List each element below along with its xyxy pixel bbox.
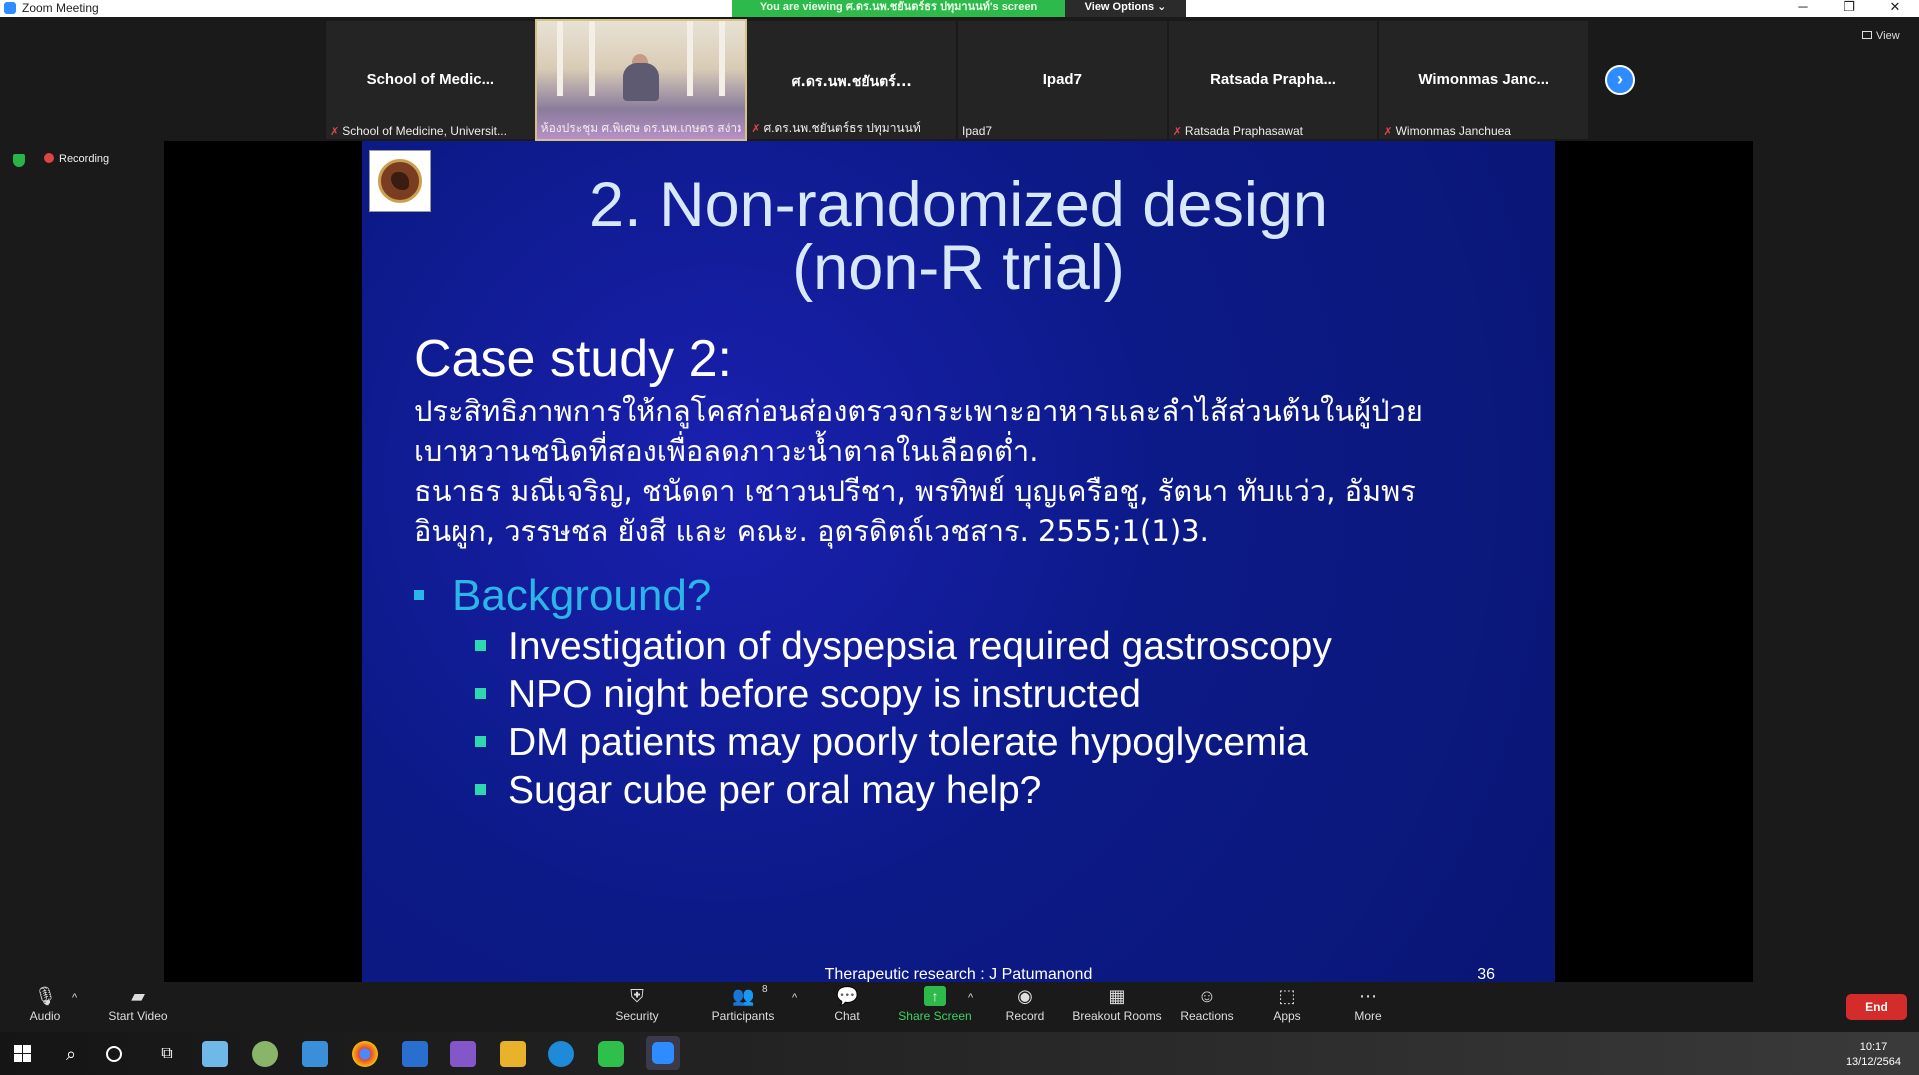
participant-label: ✗ Ratsada Praphasawat (1172, 124, 1303, 138)
participant-label: Ipad7 (962, 124, 993, 138)
visual-studio-icon[interactable] (450, 1041, 476, 1067)
share-arrow-icon: ↑ (924, 986, 946, 1006)
mic-muted-icon: ✗ (330, 126, 340, 138)
smiley-icon: ☺ (1197, 986, 1217, 1006)
meeting-stage: School of Medic... ✗ School of Medicine, … (0, 17, 1919, 983)
task-view-icon[interactable]: ⧉ (154, 1041, 180, 1067)
participant-tile-video[interactable]: ห้องประชุม ศ.พิเศษ ดร.นพ.เกษตร สง่ามงคล.… (534, 19, 748, 141)
recording-indicator[interactable]: Recording (44, 153, 109, 165)
recording-dot-icon (44, 153, 54, 163)
store-icon[interactable] (302, 1041, 328, 1067)
list-item: Investigation of dyspepsia required gast… (475, 623, 1332, 671)
video-off-icon: ▰ (131, 986, 145, 1006)
microphone-icon: 🎙 (34, 986, 57, 1006)
system-clock[interactable]: 10:17 13/12/2564 (1846, 1040, 1901, 1070)
minimize-icon[interactable]: ─ (1780, 0, 1826, 14)
bullet-background: Background? (414, 571, 711, 621)
thai-citation: ประสิทธิภาพการให้กลูโคสก่อนส่องตรวจกระเพ… (414, 394, 1423, 548)
app-taskbar-icon[interactable] (252, 1041, 278, 1067)
list-item: DM patients may poorly tolerate hypoglyc… (475, 719, 1332, 767)
share-caret-icon[interactable]: ^ (968, 992, 973, 1004)
participants-count: 8 (762, 984, 768, 995)
security-button[interactable]: ⛨ Security (610, 982, 664, 1023)
meeting-toolbar: 🎙 Audio ^ ▰ Start Video ⛨ Security 👥 Partici… (0, 982, 1919, 1032)
participant-label: ห้องประชุม ศ.พิเศษ ดร.นพ.เกษตร สง่ามงคล.… (540, 121, 741, 135)
audio-options-caret-icon[interactable]: ^ (72, 992, 77, 1004)
chat-icon: 💬 (836, 986, 859, 1006)
chat-button[interactable]: 💬 Chat (822, 982, 872, 1023)
participant-name: ศ.ดร.นพ.ชยันตร์... (791, 74, 912, 90)
edge-icon[interactable] (548, 1041, 574, 1067)
ellipsis-icon: ⋯ (1359, 986, 1377, 1006)
cortana-icon[interactable] (106, 1046, 122, 1062)
participants-caret-icon[interactable]: ^ (792, 992, 797, 1004)
participant-tile[interactable]: ศ.ดร.นพ.ชยันตร์... ✗ ศ.ดร.นพ.ชยันตร์ธร ปท… (747, 21, 957, 139)
mic-muted-icon: ✗ (1383, 126, 1393, 138)
chrome-icon[interactable] (352, 1041, 378, 1067)
participant-name: Wimonmas Janc... (1418, 71, 1550, 88)
view-button[interactable]: View (1862, 30, 1900, 42)
participants-icon: 👥 (732, 986, 755, 1006)
grid-view-icon (1862, 31, 1872, 39)
participant-label: ✗ Wimonmas Janchuea (1383, 124, 1511, 138)
windows-taskbar: ⌕ ⧉ 10:17 13/12/2564 (0, 1032, 1919, 1075)
encryption-shield-icon[interactable] (13, 154, 25, 167)
start-video-button[interactable]: ▰ Start Video (100, 982, 176, 1023)
mail-icon[interactable] (402, 1041, 428, 1067)
apps-button[interactable]: ⬚ Apps (1262, 982, 1312, 1023)
window-titlebar: Zoom Meeting You are viewing ศ.ดร.นพ.ชยั… (0, 0, 1919, 17)
case-study-title: Case study 2: (414, 330, 732, 388)
presentation-slide: 2. Non-randomized design (non-R trial) C… (362, 141, 1555, 983)
app-taskbar-icon[interactable] (202, 1041, 228, 1067)
participant-name: School of Medic... (366, 71, 495, 88)
zoom-app-icon (4, 2, 16, 14)
reactions-button[interactable]: ☺ Reactions (1176, 982, 1238, 1023)
audio-button[interactable]: 🎙 Audio (22, 982, 68, 1023)
shared-screen: 2. Non-randomized design (non-R trial) C… (164, 141, 1753, 983)
breakout-rooms-button[interactable]: ▦ Breakout Rooms (1068, 982, 1166, 1023)
list-item: Sugar cube per oral may help? (475, 767, 1332, 815)
record-icon: ◉ (1017, 986, 1033, 1006)
participants-button[interactable]: 👥 Participants (706, 982, 780, 1023)
participant-tile[interactable]: Ipad7 Ipad7 (958, 21, 1167, 139)
restore-icon[interactable]: ❐ (1826, 0, 1872, 15)
mic-muted-icon: ✗ (1172, 126, 1182, 138)
strip-next-page-button[interactable]: › (1605, 65, 1635, 95)
list-item: NPO night before scopy is instructed (475, 671, 1332, 719)
line-icon[interactable] (598, 1041, 624, 1067)
record-button[interactable]: ◉ Record (998, 982, 1052, 1023)
share-screen-button[interactable]: ↑ Share Screen (896, 982, 974, 1023)
participant-strip: School of Medic... ✗ School of Medicine, … (326, 19, 1590, 141)
more-button[interactable]: ⋯ More (1344, 982, 1392, 1023)
participant-tile[interactable]: Ratsada Prapha... ✗ Ratsada Praphasawat (1168, 21, 1378, 139)
zoom-taskbar-icon[interactable] (646, 1036, 680, 1070)
window-title: Zoom Meeting (22, 1, 99, 15)
participant-video-person (622, 63, 659, 101)
shield-icon: ⛨ (630, 986, 644, 1006)
file-explorer-icon[interactable] (500, 1041, 526, 1067)
windows-start-icon[interactable] (14, 1045, 31, 1062)
close-icon[interactable]: ✕ (1872, 0, 1918, 15)
end-meeting-button[interactable]: End (1846, 994, 1907, 1020)
participant-name: Ipad7 (1042, 71, 1082, 88)
sub-bullet-list: Investigation of dyspepsia required gast… (475, 623, 1332, 815)
slide-title: 2. Non-randomized design (non-R trial) (589, 170, 1328, 303)
breakout-grid-icon: ▦ (1108, 986, 1126, 1006)
participant-label: ✗ School of Medicine, Universit... (330, 124, 507, 138)
search-icon[interactable]: ⌕ (58, 1041, 84, 1067)
viewing-screen-banner: You are viewing ศ.ดร.นพ.ชยันตร์ธร ปทุมาน… (732, 0, 1065, 17)
participant-tile[interactable]: Wimonmas Janc... ✗ Wimonmas Janchuea (1379, 21, 1589, 139)
participant-label: ✗ ศ.ดร.นพ.ชยันตร์ธร ปทุมานนท์ (751, 121, 921, 135)
participant-name: Ratsada Prapha... (1210, 71, 1336, 88)
participant-tile[interactable]: School of Medic... ✗ School of Medicine, … (326, 21, 535, 139)
apps-icon: ⬚ (1278, 986, 1296, 1006)
mic-muted-icon: ✗ (751, 123, 761, 135)
view-options-button[interactable]: View Options ⌄ (1065, 0, 1186, 17)
